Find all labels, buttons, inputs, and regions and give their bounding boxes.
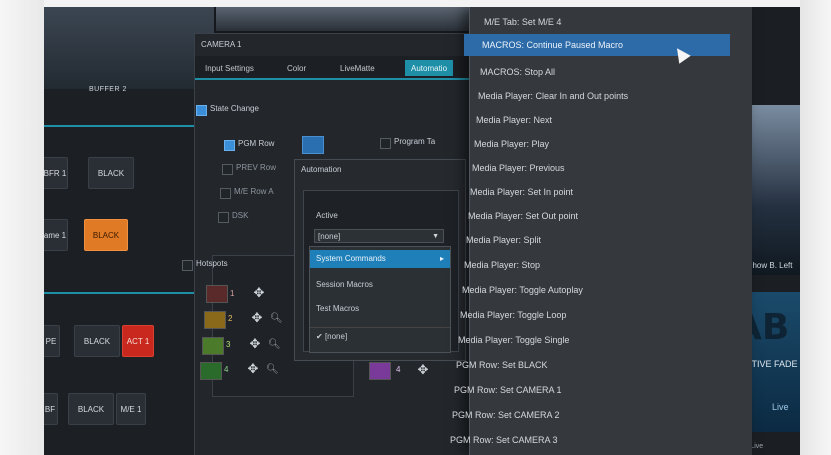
submenu-label: System Commands <box>316 254 386 263</box>
automation-submenu: System Commands ▸ Session Macros Test Ma… <box>309 246 451 353</box>
move-icon[interactable]: ✥ <box>248 337 262 351</box>
move-icon[interactable]: ✥ <box>246 362 260 376</box>
live-label: Live <box>772 402 789 412</box>
submenu-item-none[interactable]: ✔ [none] <box>310 327 450 345</box>
switch-button-black[interactable]: BLACK <box>88 157 134 189</box>
hotspot-color-2[interactable] <box>204 311 226 329</box>
tab-color[interactable]: Color <box>287 60 306 76</box>
menu-item[interactable]: Media Player: Previous <box>472 157 565 179</box>
zoom-icon[interactable]: 🔍︎ <box>270 313 283 325</box>
menu-item[interactable]: Media Player: Stop <box>464 254 540 276</box>
hotspot-color-right-4[interactable] <box>369 362 391 380</box>
menu-item[interactable]: Media Player: Play <box>474 133 549 155</box>
switch-button-black-active[interactable]: BLACK <box>84 219 128 251</box>
switch-button-black-2[interactable]: BLACK <box>74 325 120 357</box>
menu-item[interactable]: M/E Tab: Set M/E 4 <box>484 11 561 33</box>
window-title: CAMERA 1 <box>201 40 242 49</box>
switcher-panel: BUFFER 2 BFR 1 BLACK ame 1 BLACK PE BLAC… <box>44 7 214 455</box>
move-icon[interactable]: ✥ <box>250 311 264 325</box>
menu-item[interactable]: Media Player: Set Out point <box>468 205 578 227</box>
hotspots-checkbox[interactable] <box>182 260 193 271</box>
submenu-item-test-macros[interactable]: Test Macros <box>310 300 450 318</box>
switch-button-bf[interactable]: BF <box>44 393 58 425</box>
menu-item-highlighted[interactable]: MACROS: Continue Paused Macro <box>464 34 730 56</box>
menu-item[interactable]: Media Player: Set In point <box>470 181 573 203</box>
menu-item[interactable]: PGM Row: Set CAMERA 3 <box>450 429 558 451</box>
menu-item[interactable]: PGM Row: Set CAMERA 1 <box>454 379 562 401</box>
hotspot-number-4: 4 <box>224 365 229 374</box>
menu-item[interactable]: Media Player: Toggle Autoplay <box>462 279 583 301</box>
submenu-item-system-commands[interactable]: System Commands ▸ <box>310 250 450 268</box>
hotspot-number-1: 1 <box>230 289 235 298</box>
program-tally-checkbox[interactable] <box>380 138 391 149</box>
chevron-right-icon: ▸ <box>439 254 444 263</box>
menu-item[interactable]: Media Player: Toggle Single <box>458 329 569 351</box>
submenu-item-session-macros[interactable]: Session Macros <box>310 276 450 294</box>
switch-button-me[interactable]: M/E 1 <box>116 393 146 425</box>
hotspot-color-1[interactable] <box>206 285 228 303</box>
submenu-label: [none] <box>324 332 348 341</box>
dsk-checkbox[interactable] <box>218 212 229 223</box>
hotspot-number-2: 2 <box>228 314 233 323</box>
switch-button-act[interactable]: ACT 1 <box>122 325 154 357</box>
left-margin <box>0 0 44 455</box>
program-tally-label: Program Ta <box>394 137 436 146</box>
active-label: Active <box>316 211 338 220</box>
check-icon: ✔ <box>316 332 325 341</box>
hotspot-color-3[interactable] <box>202 337 224 355</box>
zoom-icon[interactable]: 🔍︎ <box>268 339 281 351</box>
hotspot-color-4[interactable] <box>200 362 222 380</box>
menu-item[interactable]: Media Player: Clear In and Out points <box>478 85 628 107</box>
hotspot-right-number-4: 4 <box>396 365 401 374</box>
tab-automation[interactable]: Automatio <box>405 60 454 76</box>
switch-button-black-3[interactable]: BLACK <box>68 393 114 425</box>
state-change-label: State Change <box>210 104 259 113</box>
prev-row-label: PREV Row <box>236 163 277 172</box>
switch-button-pe[interactable]: PE <box>44 325 60 357</box>
automation-title: Automation <box>301 165 342 174</box>
dropdown-value: [none] <box>318 232 341 241</box>
menu-item[interactable]: PGM Row: Set BLACK <box>456 354 548 376</box>
row-divider <box>44 292 214 294</box>
pgm-row-button[interactable] <box>302 136 324 154</box>
move-icon[interactable]: ✥ <box>252 286 266 300</box>
app-frame: BUFFER 2 BFR 1 BLACK ame 1 BLACK PE BLAC… <box>44 7 800 455</box>
right-margin <box>800 0 831 455</box>
pgm-row-label: PGM Row <box>238 139 275 148</box>
hotspots-label: Hotspots <box>196 259 228 268</box>
switch-button-camera[interactable]: ame 1 <box>44 219 68 251</box>
active-dropdown[interactable]: [none] ▼ <box>314 229 444 243</box>
menu-item[interactable]: Media Player: Toggle Loop <box>460 304 566 326</box>
prev-row-checkbox[interactable] <box>222 164 233 175</box>
move-icon[interactable]: ✥ <box>416 363 430 377</box>
buffer-label: BUFFER 2 <box>89 86 127 93</box>
tab-livematte[interactable]: LiveMatte <box>340 60 375 76</box>
zoom-icon[interactable]: 🔍︎ <box>266 364 279 376</box>
dropdown-caret-icon: ▼ <box>432 233 439 240</box>
menu-item[interactable]: Media Player: Split <box>466 229 541 251</box>
me-row-label: M/E Row A <box>234 187 274 196</box>
hotspot-number-3: 3 <box>226 340 231 349</box>
buffer-preview <box>44 7 214 89</box>
menu-item[interactable]: MACROS: Stop All <box>480 61 555 83</box>
pgm-row-checkbox[interactable] <box>224 140 235 151</box>
menu-item[interactable]: Media Player: Next <box>476 109 552 131</box>
switch-button-bfr1[interactable]: BFR 1 <box>44 157 68 189</box>
state-change-checkbox[interactable] <box>196 105 207 116</box>
me-row-checkbox[interactable] <box>220 188 231 199</box>
dsk-label: DSK <box>232 211 249 220</box>
menu-item[interactable]: PGM Row: Set CAMERA 2 <box>452 404 560 426</box>
tab-input-settings[interactable]: Input Settings <box>205 60 254 76</box>
row-divider <box>44 125 214 127</box>
